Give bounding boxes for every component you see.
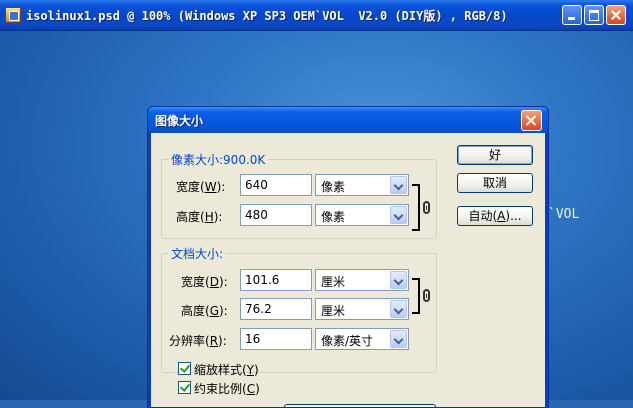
pixel-dimensions-legend: 像素大小:900.0K [171,153,266,167]
doc-width-label: 宽度(D): [181,275,228,289]
photoshop-document-icon [5,7,21,23]
image-size-dialog: 图像大小 像素大小:900.0K 宽度(W): 640 像素 高度(H): 48… [147,106,549,408]
chevron-down-icon[interactable] [390,176,407,194]
doc-height-unit-value: 厘米 [321,304,346,318]
resample-select-partial[interactable] [284,404,436,407]
cancel-button[interactable]: 取消 [457,173,533,193]
pixel-width-unit-value: 像素 [321,180,346,194]
pixel-width-unit-select[interactable]: 像素 [315,174,409,196]
pixel-height-input[interactable]: 480 [240,204,312,226]
constrain-proportions-label[interactable]: 约束比例(C) [194,380,260,397]
constrain-bracket [412,278,420,314]
chevron-down-icon[interactable] [390,271,407,289]
constrain-bracket [412,184,420,231]
pixel-height-label: 高度(H): [176,210,223,224]
resolution-label: 分辨率(R): [169,334,227,348]
chevron-down-icon[interactable] [390,330,407,348]
doc-width-input[interactable]: 101.6 [240,269,312,291]
dialog-close-button[interactable] [521,110,542,131]
dialog-title: 图像大小 [155,114,204,128]
pixel-height-unit-value: 像素 [321,210,346,224]
dialog-title-bar[interactable]: 图像大小 [148,107,548,133]
doc-width-unit-value: 厘米 [321,275,346,289]
document-title: isolinux1.psd @ 100% (Windows XP SP3 OEM… [26,9,508,23]
scale-styles-label[interactable]: 缩放样式(Y) [194,361,259,378]
doc-height-label: 高度(G): [181,304,228,318]
scale-styles-checkbox[interactable] [178,362,191,375]
document-size-legend: 文档大小: [171,247,224,261]
dialog-body: 像素大小:900.0K 宽度(W): 640 像素 高度(H): 480 像素 … [151,133,545,407]
pixel-width-label: 宽度(W): [176,180,226,194]
doc-height-input[interactable]: 76.2 [240,298,312,320]
resolution-unit-value: 像素/英寸 [321,334,374,348]
ok-button[interactable]: 好 [457,145,533,165]
close-button[interactable] [606,5,626,25]
constrain-proportions-checkbox[interactable] [178,381,191,394]
doc-width-unit-select[interactable]: 厘米 [315,269,409,291]
auto-button[interactable]: 自动(A)... [457,206,533,226]
chain-link-icon [423,289,430,302]
doc-height-unit-select[interactable]: 厘米 [315,298,409,320]
resolution-input[interactable]: 16 [240,328,312,350]
pixel-height-unit-select[interactable]: 像素 [315,204,409,226]
chevron-down-icon[interactable] [390,300,407,318]
pixel-width-input[interactable]: 640 [240,174,312,196]
minimize-button[interactable] [562,5,582,25]
document-title-bar[interactable]: isolinux1.psd @ 100% (Windows XP SP3 OEM… [0,0,633,31]
resolution-unit-select[interactable]: 像素/英寸 [315,328,409,350]
chain-link-icon [423,201,430,214]
canvas-text: `VOL [548,207,580,222]
maximize-button[interactable] [584,5,604,25]
chevron-down-icon[interactable] [390,206,407,224]
